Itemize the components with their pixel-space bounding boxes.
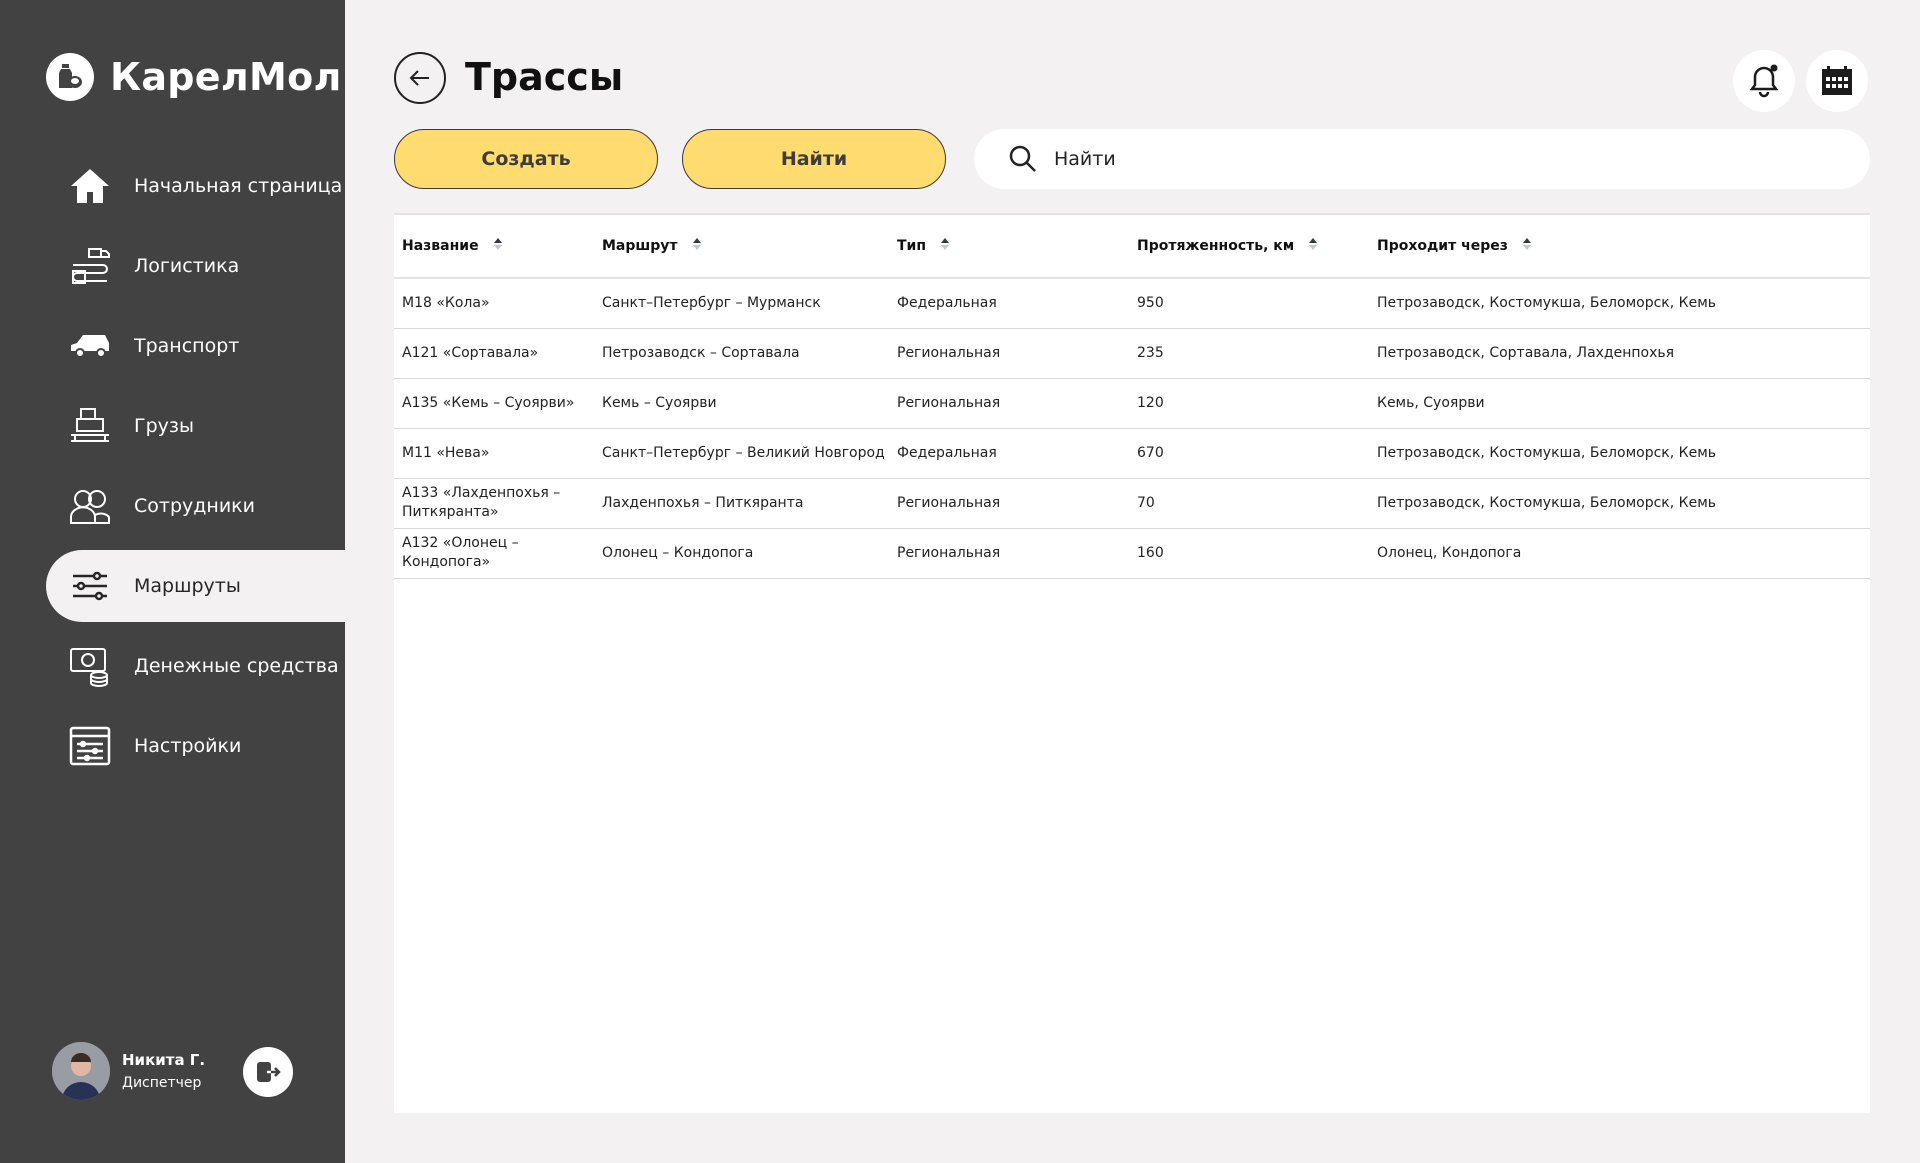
cell-passes-through: Кемь, Суоярви — [1377, 394, 1485, 411]
cell-length: 670 — [1137, 444, 1164, 461]
settings-icon — [68, 724, 112, 768]
employees-icon — [68, 484, 112, 528]
milk-logo-icon — [46, 53, 94, 101]
calendar-icon — [1822, 66, 1852, 95]
routes-table: Название Маршрут Тип Протяженность, км П… — [394, 213, 1870, 1113]
cell-type: Региональная — [897, 344, 1001, 361]
sort-icon[interactable] — [692, 236, 702, 256]
routes-icon — [68, 564, 112, 608]
cell-type: Федеральная — [897, 294, 997, 311]
sidebar-item-home[interactable]: Начальная страница — [46, 150, 345, 222]
cell-type: Региональная — [897, 544, 1001, 561]
cell-passes-through: Петрозаводск, Костомукша, Беломорск, Кем… — [1377, 444, 1717, 461]
sidebar-item-label: Транспорт — [134, 335, 240, 357]
sidebar-item-label: Начальная страница — [134, 175, 343, 197]
cell-length: 950 — [1137, 294, 1164, 311]
cell-type: Региональная — [897, 494, 1001, 511]
cell-name: А133 «Лахденпохья – Питкяранта» — [402, 485, 561, 520]
find-button[interactable]: Найти — [682, 129, 946, 189]
cell-route: Петрозаводск – Сортавала — [602, 344, 800, 361]
cell-length: 120 — [1137, 394, 1164, 411]
sidebar-item-employees[interactable]: Сотрудники — [46, 470, 345, 542]
sidebar-item-routes[interactable]: Маршруты — [46, 550, 345, 622]
sidebar-item-label: Логистика — [134, 255, 240, 277]
table-header-row: Название Маршрут Тип Протяженность, км П… — [394, 214, 1870, 278]
cell-length: 160 — [1137, 544, 1164, 561]
cell-name: А135 «Кемь – Суоярви» — [402, 394, 575, 411]
table-row[interactable]: А132 «Олонец – Кондопога» Олонец – Кондо… — [394, 528, 1870, 578]
cell-passes-through: Петрозаводск, Костомукша, Беломорск, Кем… — [1377, 494, 1717, 511]
cell-name: М18 «Кола» — [402, 294, 490, 311]
cell-passes-through: Петрозаводск, Костомукша, Беломорск, Кем… — [1377, 294, 1717, 311]
search-icon — [1008, 144, 1038, 174]
arrow-left-icon — [409, 70, 429, 86]
sidebar-item-label: Денежные средства — [134, 655, 339, 677]
table-row[interactable]: А135 «Кемь – Суоярви» Кемь – Суоярви Рег… — [394, 378, 1870, 428]
truck-icon — [68, 324, 112, 368]
cell-route: Санкт–Петербург – Мурманск — [602, 294, 821, 311]
user-name: Никита Г. — [122, 1051, 206, 1069]
notifications-button[interactable] — [1733, 50, 1795, 112]
sidebar-item-transport[interactable]: Транспорт — [46, 310, 345, 382]
table-row[interactable]: А121 «Сортавала» Петрозаводск – Сортавал… — [394, 328, 1870, 378]
sidebar-item-label: Сотрудники — [134, 495, 255, 517]
column-header-route[interactable]: Маршрут — [594, 214, 889, 278]
cell-passes-through: Олонец, Кондопога — [1377, 544, 1522, 561]
sidebar-item-label: Настройки — [134, 735, 242, 757]
bell-icon — [1749, 64, 1779, 98]
cell-name: А132 «Олонец – Кондопога» — [402, 535, 519, 570]
cell-route: Олонец – Кондопога — [602, 544, 754, 561]
sidebar-item-settings[interactable]: Настройки — [46, 710, 345, 782]
cargo-icon — [68, 404, 112, 448]
cell-name: А121 «Сортавала» — [402, 344, 539, 361]
home-icon — [68, 164, 112, 208]
search-bar[interactable] — [974, 129, 1870, 189]
column-header-name[interactable]: Название — [394, 214, 594, 278]
sidebar-item-money[interactable]: Денежные средства — [46, 630, 345, 702]
column-header-passes-through[interactable]: Проходит через — [1369, 214, 1870, 278]
sort-icon[interactable] — [493, 236, 503, 256]
table-row[interactable]: М11 «Нева» Санкт–Петербург – Великий Нов… — [394, 428, 1870, 478]
user-role: Диспетчер — [122, 1075, 202, 1091]
cell-route: Санкт–Петербург – Великий Новгород — [602, 444, 885, 461]
sort-icon[interactable] — [1308, 236, 1318, 256]
column-header-length[interactable]: Протяженность, км — [1129, 214, 1369, 278]
sidebar-item-label: Грузы — [134, 415, 194, 437]
sidebar-item-label: Маршруты — [134, 575, 241, 597]
cell-length: 70 — [1137, 494, 1155, 511]
cell-type: Федеральная — [897, 444, 997, 461]
cell-route: Лахденпохья – Питкяранта — [602, 494, 804, 511]
sidebar: КарелМол Начальная страница Логистика Тр… — [0, 0, 345, 1163]
cell-name: М11 «Нева» — [402, 444, 490, 461]
logout-icon — [257, 1062, 281, 1082]
search-input[interactable] — [1054, 148, 1834, 170]
avatar — [52, 1042, 110, 1100]
table-row[interactable]: А133 «Лахденпохья – Питкяранта» Лахденпо… — [394, 478, 1870, 528]
column-header-type[interactable]: Тип — [889, 214, 1129, 278]
sort-icon[interactable] — [940, 236, 950, 256]
app-name: КарелМол — [110, 55, 342, 99]
logistics-icon — [68, 244, 112, 288]
cell-passes-through: Петрозаводск, Сортавала, Лахденпохья — [1377, 344, 1675, 361]
sidebar-item-logistics[interactable]: Логистика — [46, 230, 345, 302]
sidebar-item-cargo[interactable]: Грузы — [46, 390, 345, 462]
create-button[interactable]: Создать — [394, 129, 658, 189]
app-logo[interactable]: КарелМол — [46, 52, 342, 102]
cell-length: 235 — [1137, 344, 1164, 361]
cell-type: Региональная — [897, 394, 1001, 411]
table-row[interactable]: М18 «Кола» Санкт–Петербург – Мурманск Фе… — [394, 278, 1870, 328]
logout-button[interactable] — [243, 1047, 293, 1097]
money-icon — [68, 644, 112, 688]
cell-route: Кемь – Суоярви — [602, 394, 717, 411]
sidebar-nav: Начальная страница Логистика Транспорт Г… — [46, 150, 345, 790]
back-button[interactable] — [394, 52, 446, 104]
sort-icon[interactable] — [1522, 236, 1532, 256]
calendar-button[interactable] — [1806, 50, 1868, 112]
page-title: Трассы — [465, 55, 624, 99]
user-profile[interactable]: Никита Г. Диспетчер — [52, 1042, 205, 1100]
